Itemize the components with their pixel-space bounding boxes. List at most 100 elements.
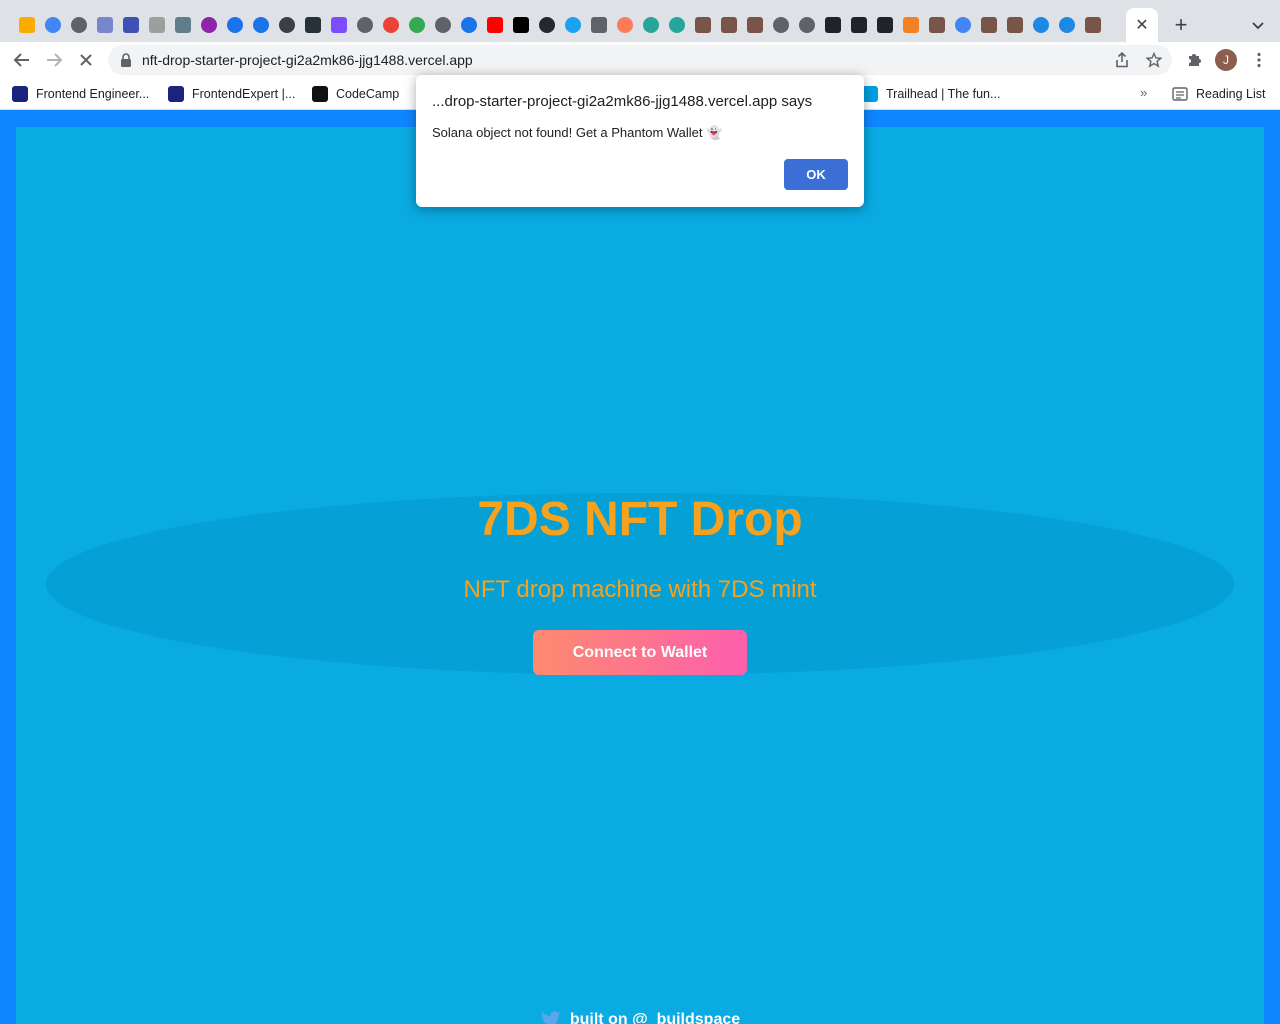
url-text[interactable]: nft-drop-starter-project-gi2a2mk86-jjg14…	[142, 52, 473, 68]
reading-list-label: Reading List	[1196, 87, 1266, 101]
tab-favicon-icon[interactable]	[898, 12, 924, 38]
tab-favicon-icon[interactable]	[976, 12, 1002, 38]
bookmark-star-button[interactable]	[1144, 50, 1164, 70]
active-tab[interactable]: ✕	[1126, 8, 1158, 42]
tab-favicon-icon[interactable]	[872, 12, 898, 38]
more-bookmarks-chevron-icon[interactable]: »	[1140, 85, 1147, 100]
favicon-glyph-icon	[19, 17, 35, 33]
reading-list-button[interactable]: Reading List	[1172, 84, 1266, 104]
favicon-glyph-icon	[253, 17, 269, 33]
forward-button[interactable]	[40, 46, 68, 74]
bookmark-label: FrontendExpert |...	[192, 87, 296, 101]
tab-favicon-icon[interactable]	[534, 12, 560, 38]
favicon-glyph-icon	[669, 17, 685, 33]
bookmark-item[interactable]: Frontend Engineer...	[12, 84, 149, 104]
footer-link[interactable]: built on @_buildspace	[16, 1011, 1264, 1024]
tab-favicon-icon[interactable]	[118, 12, 144, 38]
tab-favicon-icon[interactable]	[612, 12, 638, 38]
twitter-icon	[541, 1011, 561, 1024]
tab-favicon-icon[interactable]	[170, 12, 196, 38]
chevron-down-icon	[1252, 22, 1264, 30]
tab-favicon-icon[interactable]	[924, 12, 950, 38]
share-button[interactable]	[1112, 50, 1132, 70]
tab-favicon-icon[interactable]	[248, 12, 274, 38]
tab-favicon-icon[interactable]	[274, 12, 300, 38]
tab-favicon-icon[interactable]	[430, 12, 456, 38]
tab-favicon-icon[interactable]	[222, 12, 248, 38]
favicon-glyph-icon	[903, 17, 919, 33]
address-bar[interactable]: nft-drop-starter-project-gi2a2mk86-jjg14…	[108, 45, 1172, 75]
tab-favicon-icon[interactable]	[66, 12, 92, 38]
tab-favicon-icon[interactable]	[300, 12, 326, 38]
tab-favicon-icon[interactable]	[820, 12, 846, 38]
bookmark-item[interactable]: CodeCamp	[312, 84, 399, 104]
favicon-glyph-icon	[71, 17, 87, 33]
tab-favicon-icon[interactable]	[742, 12, 768, 38]
tab-favicon-icon[interactable]	[404, 12, 430, 38]
tab-favicon-icon[interactable]	[196, 12, 222, 38]
tab-favicon-icon[interactable]	[690, 12, 716, 38]
arrow-right-icon	[47, 53, 63, 67]
extensions-button[interactable]	[1182, 48, 1206, 72]
tab-favicon-icon[interactable]	[508, 12, 534, 38]
tab-search-button[interactable]	[1246, 12, 1270, 38]
favicon-glyph-icon	[305, 17, 321, 33]
new-tab-button[interactable]: +	[1168, 12, 1194, 38]
star-icon	[1146, 52, 1162, 68]
favicon-glyph-icon	[929, 17, 945, 33]
stop-loading-button[interactable]	[72, 46, 100, 74]
tab-favicon-icon[interactable]	[352, 12, 378, 38]
tab-favicon-icon[interactable]	[716, 12, 742, 38]
tab-favicon-icon[interactable]	[14, 12, 40, 38]
back-button[interactable]	[8, 46, 36, 74]
tab-favicon-icon[interactable]	[768, 12, 794, 38]
web-page: 7DS NFT Drop NFT drop machine with 7DS m…	[16, 127, 1264, 1024]
favicon-glyph-icon	[1085, 17, 1101, 33]
favicon-glyph-icon	[45, 17, 61, 33]
ok-button[interactable]: OK	[784, 159, 848, 190]
favicon-glyph-icon	[513, 17, 529, 33]
tab-favicon-icon[interactable]	[794, 12, 820, 38]
tab-favicon-icon[interactable]	[326, 12, 352, 38]
close-tab-icon[interactable]: ✕	[1135, 15, 1148, 35]
browser-menu-button[interactable]	[1249, 48, 1269, 72]
bookmark-favicon-icon	[312, 86, 328, 102]
tab-favicon-icon[interactable]	[664, 12, 690, 38]
tab-strip: ✕ +	[0, 0, 1280, 42]
tab-favicon-icon[interactable]	[482, 12, 508, 38]
tab-favicon-icon[interactable]	[950, 12, 976, 38]
tab-favicon-icon[interactable]	[378, 12, 404, 38]
tab-favicon-icon[interactable]	[586, 12, 612, 38]
favicon-glyph-icon	[357, 17, 373, 33]
favicon-glyph-icon	[1033, 17, 1049, 33]
favicon-glyph-icon	[565, 17, 581, 33]
tab-favicon-icon[interactable]	[40, 12, 66, 38]
bookmark-label: Frontend Engineer...	[36, 87, 150, 101]
bookmark-item[interactable]: FrontendExpert |...	[168, 84, 295, 104]
favicon-glyph-icon	[747, 17, 763, 33]
bookmark-item[interactable]: Trailhead | The fun...	[862, 84, 1000, 104]
tab-favicon-icon[interactable]	[456, 12, 482, 38]
tab-favicon-icon[interactable]	[144, 12, 170, 38]
tab-favicon-icon[interactable]	[560, 12, 586, 38]
profile-avatar[interactable]: J	[1215, 49, 1237, 71]
close-icon	[80, 54, 92, 66]
tab-favicon-icon[interactable]	[92, 12, 118, 38]
tab-favicon-icon[interactable]	[1080, 12, 1106, 38]
connect-wallet-button[interactable]: Connect to Wallet	[533, 630, 747, 675]
favicon-glyph-icon	[799, 17, 815, 33]
lock-icon[interactable]	[120, 53, 132, 67]
favicon-glyph-icon	[435, 17, 451, 33]
tab-favicon-icon[interactable]	[638, 12, 664, 38]
favicon-glyph-icon	[1007, 17, 1023, 33]
bookmark-label: CodeCamp	[336, 87, 400, 101]
favicon-glyph-icon	[201, 17, 217, 33]
footer-text: built on @_buildspace	[569, 1011, 741, 1024]
tab-favicon-icon[interactable]	[1054, 12, 1080, 38]
bookmark-label: Trailhead | The fun...	[886, 87, 1001, 101]
tab-favicon-icon[interactable]	[846, 12, 872, 38]
tab-favicon-icon[interactable]	[1002, 12, 1028, 38]
favicon-glyph-icon	[591, 17, 607, 33]
browser-toolbar: nft-drop-starter-project-gi2a2mk86-jjg14…	[0, 42, 1280, 78]
tab-favicon-icon[interactable]	[1028, 12, 1054, 38]
